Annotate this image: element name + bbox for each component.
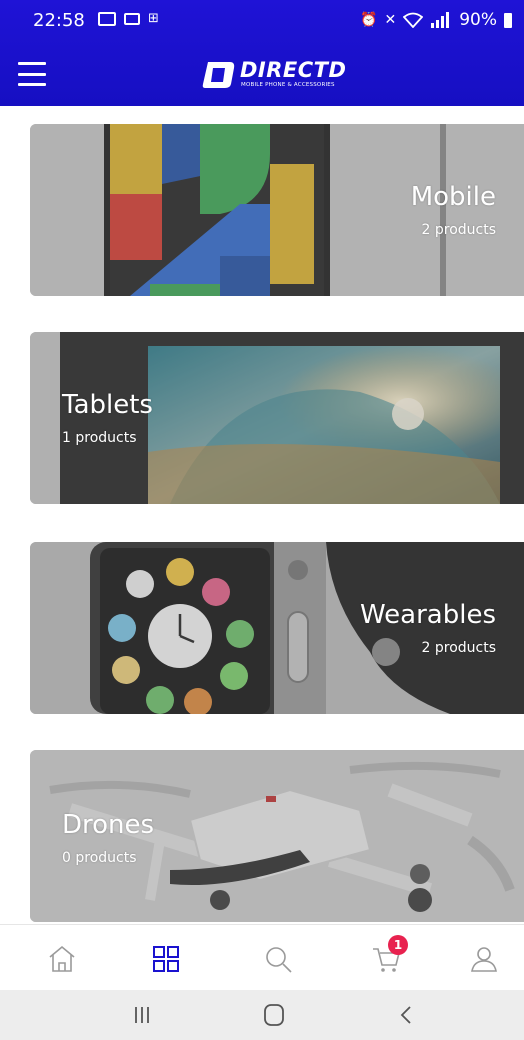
category-count: 0 products [62, 850, 137, 866]
categories-icon [153, 946, 179, 972]
mute-icon: ✕ [384, 12, 397, 28]
home-button[interactable] [254, 1000, 294, 1030]
category-card-tablets[interactable]: Tablets 1 products [30, 332, 524, 504]
status-left-icons: ⊞ [98, 12, 159, 26]
bottom-nav: 1 [0, 924, 524, 990]
home-circle-icon [264, 1004, 284, 1026]
wifi-icon [403, 12, 424, 28]
notification-icon: ⊞ [148, 11, 159, 26]
logo: DIRECTD MOBILE PHONE & ACCESSORIES [202, 58, 350, 92]
app-bar: DIRECTD MOBILE PHONE & ACCESSORIES [0, 44, 524, 106]
nav-home[interactable] [40, 939, 84, 979]
alarm-icon: ⏰ [360, 12, 378, 28]
menu-line [18, 62, 46, 65]
home-icon [49, 945, 75, 972]
status-right-icons: ⏰ ✕ 90% [360, 10, 512, 30]
back-icon [400, 1006, 411, 1024]
image-icon [98, 12, 116, 26]
nav-account[interactable] [462, 939, 506, 979]
nav-categories[interactable] [144, 939, 188, 979]
category-name: Mobile [410, 182, 496, 212]
cast-icon [124, 13, 140, 25]
account-icon [471, 947, 497, 972]
signal-icon [431, 12, 450, 28]
category-name: Wearables [359, 600, 496, 630]
menu-line [18, 83, 46, 86]
logo-mark-icon [202, 62, 235, 88]
category-name: Drones [62, 810, 155, 840]
battery-icon [504, 12, 512, 28]
menu-line [18, 72, 46, 76]
back-button[interactable] [386, 1000, 426, 1030]
category-card-drones[interactable]: Drones 0 products [30, 750, 524, 922]
search-icon [266, 947, 292, 973]
menu-button[interactable] [18, 62, 46, 86]
battery-percent: 90% [459, 10, 497, 30]
category-card-wearables[interactable]: Wearables 2 products [30, 542, 524, 714]
category-name: Tablets [62, 390, 153, 420]
recents-button[interactable] [122, 1000, 162, 1030]
header: 22:58 ⊞ ⏰ ✕ 90% DIRECTD MOBILE PHONE & A… [0, 0, 524, 106]
category-card-mobile[interactable]: Mobile 2 products [30, 124, 524, 296]
cart-badge: 1 [388, 935, 408, 955]
category-count: 1 products [62, 430, 137, 446]
nav-search[interactable] [256, 939, 300, 979]
status-time: 22:58 [33, 10, 85, 31]
screen: 22:58 ⊞ ⏰ ✕ 90% DIRECTD MOBILE PHONE & A… [0, 0, 524, 1040]
status-bar: 22:58 ⊞ ⏰ ✕ 90% [0, 0, 524, 40]
logo-subtext: MOBILE PHONE & ACCESSORIES [241, 82, 335, 88]
nav-cart[interactable]: 1 [364, 935, 408, 979]
category-count: 2 products [421, 222, 497, 238]
category-count: 2 products [421, 640, 497, 656]
recents-icon [135, 1007, 149, 1023]
logo-text: DIRECTD [240, 58, 347, 82]
system-nav [0, 990, 524, 1040]
